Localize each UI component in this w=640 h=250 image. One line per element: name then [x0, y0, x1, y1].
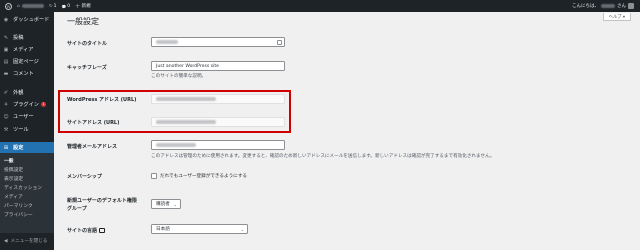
settings-submenu: 一般 投稿設定 表示設定 ディスカッション メディア パーマリンク プライバシー — [0, 153, 54, 233]
sidebar-item-appearance[interactable]: ✐ 外観 — [0, 88, 54, 97]
translation-icon — [99, 227, 106, 233]
updates-count: 1 — [53, 3, 57, 9]
plugin-icon: ⚘ — [3, 101, 9, 108]
sidebar-item-label: 投稿 — [13, 35, 24, 41]
submenu-item-privacy[interactable]: プライバシー — [0, 210, 54, 218]
sidebar-item-label: ツール — [13, 127, 29, 133]
comments-icon: 💬 — [61, 3, 67, 9]
home-icon: ⌂ — [17, 3, 20, 9]
default-role-label-line2: グループ — [67, 206, 87, 212]
wrench-icon: ⚒ — [3, 126, 9, 133]
site-language-select[interactable]: 日本語 ⌄ — [151, 224, 248, 234]
tagline-description: このサイトの簡単な説明。 — [151, 74, 207, 79]
sidebar-item-label: プラグイン — [13, 102, 39, 108]
submenu-item-media[interactable]: メディア — [0, 192, 54, 200]
wordpress-logo-icon[interactable]: W — [5, 2, 12, 10]
site-title-input[interactable] — [151, 37, 285, 47]
password-manager-icon[interactable] — [277, 40, 282, 45]
site-name-link[interactable]: ⌂ — [17, 4, 44, 9]
admin-email-value — [156, 143, 196, 147]
url-settings-highlight — [58, 90, 291, 133]
default-role-select[interactable]: 購読者 ⌄ — [151, 199, 181, 209]
site-title-label: サイトのタイトル — [67, 41, 108, 47]
default-role-label: 新規ユーザーのデフォルト権限 — [67, 198, 137, 204]
sidebar-item-dashboard[interactable]: ◉ ダッシュボード — [0, 15, 54, 24]
plus-icon: + — [75, 2, 81, 10]
sidebar-item-label: 外観 — [13, 90, 24, 96]
collapse-label: メニューを閉じる — [10, 239, 48, 244]
admin-bar: W ⌂ ↻ 1 💬 0 + 新規 こんにちは、 さん — [0, 0, 640, 12]
sidebar-item-label: 固定ページ — [13, 59, 39, 65]
dashboard-icon: ◉ — [3, 16, 9, 23]
sidebar-item-users[interactable]: ☺ ユーザー — [0, 112, 54, 121]
pushpin-icon: ✎ — [3, 34, 9, 41]
membership-checkbox-label[interactable]: だれでもユーザー登録ができるようにする — [160, 173, 247, 179]
sidebar-item-tools[interactable]: ⚒ ツール — [0, 125, 54, 134]
submenu-item-writing[interactable]: 投稿設定 — [0, 165, 54, 173]
admin-email-label: 管理者メールアドレス — [67, 144, 118, 150]
users-icon: ☺ — [3, 113, 9, 120]
submenu-item-general[interactable]: 一般 — [0, 156, 54, 164]
help-tab-button[interactable]: ヘルプ ▾ — [602, 13, 631, 21]
username — [601, 4, 615, 8]
greeting-suffix: さん — [617, 4, 626, 9]
submenu-item-discussion[interactable]: ディスカッション — [0, 183, 54, 191]
my-account-link[interactable]: こんにちは、 さん — [572, 3, 634, 9]
plugin-update-badge: 1 — [40, 102, 47, 107]
admin-email-description: このアドレスは管理のために使用されます。変更すると、確認のため新しいアドレスにメ… — [151, 154, 495, 159]
comments-count: 0 — [67, 3, 71, 9]
page-icon: ▤ — [3, 58, 9, 65]
chevron-down-icon: ⌄ — [240, 227, 244, 232]
admin-email-input[interactable] — [151, 140, 285, 150]
sidebar-item-label: ユーザー — [13, 114, 34, 120]
settings-icon: ⊞ — [3, 144, 9, 151]
site-title-value — [156, 40, 178, 44]
new-label: 新規 — [81, 4, 91, 9]
brush-icon: ✐ — [3, 89, 9, 96]
admin-sidebar: ◉ ダッシュボード ✎ 投稿 ▣ メディア ▤ 固定ページ ▬ コメント ✐ 外… — [0, 12, 54, 250]
sidebar-item-media[interactable]: ▣ メディア — [0, 45, 54, 54]
sidebar-item-plugins[interactable]: ⚘ プラグイン 1 — [0, 100, 54, 109]
sidebar-item-label: コメント — [13, 71, 34, 77]
tagline-value: Just another WordPress site — [156, 63, 219, 69]
membership-label: メンバーシップ — [67, 174, 102, 180]
page-title: 一般設定 — [67, 17, 99, 26]
site-language-value: 日本語 — [156, 227, 170, 232]
comment-icon: ▬ — [3, 70, 9, 77]
default-role-value: 購読者 — [156, 202, 170, 207]
sidebar-item-pages[interactable]: ▤ 固定ページ — [0, 57, 54, 66]
sidebar-item-label: 設定 — [13, 145, 24, 151]
avatar — [628, 3, 634, 9]
submenu-item-reading[interactable]: 表示設定 — [0, 174, 54, 182]
sidebar-item-comments[interactable]: ▬ コメント — [0, 69, 54, 78]
site-language-label-text: サイトの言語 — [67, 228, 98, 234]
membership-checkbox[interactable] — [151, 173, 157, 179]
updates-link[interactable]: ↻ 1 — [49, 4, 57, 9]
submenu-item-permalinks[interactable]: パーマリンク — [0, 201, 54, 209]
sidebar-item-label: メディア — [13, 47, 34, 53]
new-content-link[interactable]: + 新規 — [75, 3, 91, 10]
updates-icon: ↻ — [48, 3, 53, 9]
greeting-text: こんにちは、 — [572, 4, 599, 9]
sidebar-item-settings[interactable]: ⊞ 設定 — [0, 142, 54, 153]
site-name — [21, 4, 44, 8]
comments-link[interactable]: 💬 0 — [62, 4, 71, 9]
media-icon: ▣ — [3, 46, 9, 53]
site-language-label: サイトの言語 — [67, 227, 106, 234]
tagline-label: キャッチフレーズ — [67, 65, 107, 71]
sidebar-item-label: ダッシュボード — [13, 17, 50, 23]
collapse-icon: ◀ — [4, 238, 8, 244]
collapse-menu-button[interactable]: ◀ メニューを閉じる — [0, 236, 54, 246]
tagline-input[interactable]: Just another WordPress site — [151, 61, 285, 71]
chevron-down-icon: ⌄ — [173, 202, 177, 207]
sidebar-item-posts[interactable]: ✎ 投稿 — [0, 33, 54, 42]
